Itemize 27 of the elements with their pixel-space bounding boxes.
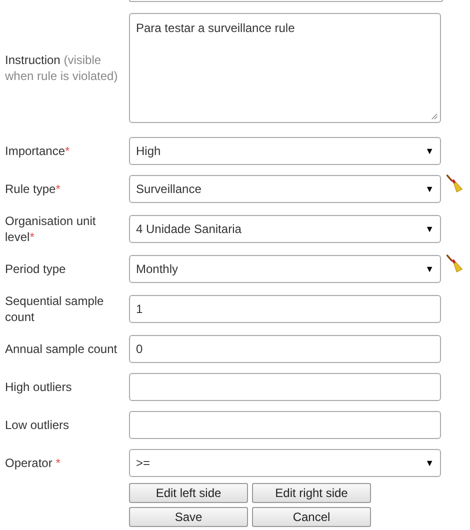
broom-icon[interactable] <box>445 173 463 193</box>
field-label: Period type <box>5 261 67 277</box>
field-label: Sequential sample count <box>5 293 105 325</box>
form-button[interactable]: Edit left side <box>129 483 248 503</box>
field-label: Operator * <box>5 455 62 471</box>
dropdown[interactable]: High ▼ <box>129 137 441 165</box>
input-field[interactable] <box>129 411 441 439</box>
field-label: Low outliers <box>5 417 70 433</box>
form-button[interactable]: Cancel <box>252 507 371 527</box>
text-area[interactable]: Para testar a surveillance rule <box>129 13 441 123</box>
form-button[interactable]: Save <box>129 507 248 527</box>
input-field[interactable] <box>129 373 441 401</box>
field-label: High outliers <box>5 379 73 395</box>
field-label: Importance* <box>5 143 71 159</box>
dropdown[interactable]: Monthly ▼ <box>129 255 441 283</box>
broom-icon[interactable] <box>445 253 463 273</box>
field-label: Rule type* <box>5 181 62 197</box>
field-label: Annual sample count <box>5 341 118 357</box>
input-field[interactable]: 0 <box>129 335 441 363</box>
field-label: Organisation unit level* <box>5 213 97 245</box>
form-button[interactable]: Edit right side <box>252 483 371 503</box>
dropdown[interactable]: Surveillance ▼ <box>129 175 441 203</box>
resize-grip-icon[interactable] <box>431 113 438 120</box>
dropdown[interactable]: 4 Unidade Sanitaria ▼ <box>129 215 441 243</box>
dropdown[interactable]: >= ▼ <box>129 449 441 477</box>
field-label: Instruction (visible when rule is violated) <box>5 52 119 84</box>
input-field[interactable]: 1 <box>129 295 441 323</box>
